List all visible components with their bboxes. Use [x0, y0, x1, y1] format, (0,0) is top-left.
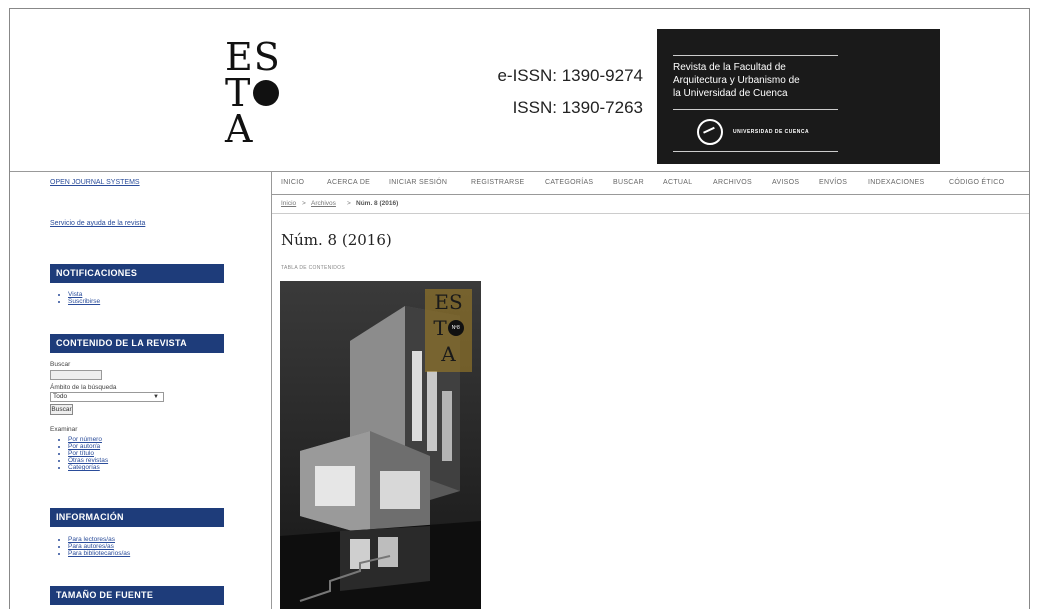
list-item[interactable]: Para bibliotecarios/as	[68, 550, 130, 557]
list-item[interactable]: Suscribirse	[68, 298, 100, 305]
breadcrumb-separator: >	[347, 200, 351, 207]
cover-logo-dot-icon: Nº8	[447, 320, 464, 336]
page-title: Núm. 8 (2016)	[281, 231, 392, 249]
cover-logo: ES T Nº8 A	[425, 289, 472, 372]
logo-row-2: T	[225, 71, 295, 115]
list-item[interactable]: Para lectores/as	[68, 536, 130, 543]
list-item[interactable]: Otras revistas	[68, 457, 108, 464]
nav-item-submissions[interactable]: ENVÍOS	[819, 179, 847, 186]
journal-header: ES T A e-ISSN: 1390-9274 ISSN: 1390-7263…	[10, 9, 1029, 172]
main-nav: INICIO ACERCA DE INICIAR SESIÓN REGISTRA…	[272, 172, 1029, 195]
university-label: UNIVERSIDAD DE CUENCA	[733, 129, 810, 135]
eissn-text: e-ISSN: 1390-9274	[497, 66, 643, 85]
list-item[interactable]: Por número	[68, 436, 108, 443]
nav-item-inicio[interactable]: INICIO	[281, 179, 304, 186]
browse-label: Examinar	[50, 426, 78, 433]
nav-item-archives[interactable]: ARCHIVOS	[713, 179, 752, 186]
estoa-logo[interactable]: ES T A	[225, 35, 295, 151]
sidebar: OPEN JOURNAL SYSTEMS Servicio de ayuda d…	[10, 172, 272, 609]
cover-logo-row2: T Nº8	[425, 315, 472, 341]
list-item[interactable]: Por autor/a	[68, 443, 108, 450]
journal-desc-line: Revista de la Facultad de	[673, 62, 786, 73]
university-emblem-icon	[697, 119, 723, 145]
journal-desc-line: Arquitectura y Urbanismo de	[673, 75, 800, 86]
cover-logo-row1: ES	[434, 290, 463, 314]
journal-content-heading: CONTENIDO DE LA REVISTA	[50, 334, 224, 353]
list-item[interactable]: Categorías	[68, 464, 108, 471]
nav-item-categories[interactable]: CATEGORÍAS	[545, 179, 593, 186]
notifications-list: Vista Suscribirse	[58, 291, 100, 305]
nav-item-register[interactable]: REGISTRARSE	[471, 179, 524, 186]
scope-label: Ámbito de la búsqueda	[50, 384, 117, 391]
nav-item-login[interactable]: INICIAR SESIÓN	[389, 179, 447, 186]
issn-block: e-ISSN: 1390-9274 ISSN: 1390-7263	[473, 60, 643, 124]
breadcrumb-separator: >	[302, 200, 306, 207]
logo-dot-icon	[253, 80, 280, 106]
nav-item-current[interactable]: ACTUAL	[663, 179, 692, 186]
banner-divider	[673, 55, 838, 56]
ojs-link[interactable]: OPEN JOURNAL SYSTEMS	[50, 179, 140, 186]
banner-divider	[673, 109, 838, 110]
browser-page: ES T A e-ISSN: 1390-9274 ISSN: 1390-7263…	[9, 8, 1030, 609]
help-link[interactable]: Servicio de ayuda de la revista	[50, 220, 145, 227]
search-input[interactable]	[50, 370, 102, 380]
cover-logo-letter-t: T	[433, 316, 447, 340]
breadcrumb-current: Núm. 8 (2016)	[356, 200, 399, 207]
breadcrumb-home[interactable]: Inicio	[281, 200, 296, 207]
nav-item-acerca[interactable]: ACERCA DE	[327, 179, 370, 186]
scope-select[interactable]: Todo ▼	[50, 392, 164, 402]
cover-logo-row3: A	[441, 342, 456, 366]
nav-item-ethics[interactable]: CÓDIGO ÉTICO	[949, 179, 1004, 186]
list-item[interactable]: Vista	[68, 291, 100, 298]
font-size-heading: TAMAÑO DE FUENTE	[50, 586, 224, 605]
logo-letter-t: T	[225, 71, 252, 115]
scope-value: Todo	[53, 393, 68, 400]
logo-row-1: ES	[225, 35, 281, 79]
dropdown-arrow-icon: ▼	[153, 394, 159, 400]
search-label: Buscar	[50, 361, 71, 368]
toc-label: TABLA DE CONTENIDOS	[281, 265, 345, 271]
information-list: Para lectores/as Para autores/as Para bi…	[58, 536, 130, 557]
issn-text: ISSN: 1390-7263	[512, 98, 643, 117]
journal-desc-line: la Universidad de Cuenca	[673, 88, 788, 99]
breadcrumb: Inicio > Archivos > Núm. 8 (2016)	[272, 195, 1029, 214]
banner-divider	[673, 151, 838, 152]
browse-list: Por número Por autor/a Por título Otras …	[58, 436, 108, 471]
nav-item-search[interactable]: BUSCAR	[613, 179, 644, 186]
list-item[interactable]: Por título	[68, 450, 108, 457]
issue-cover-image[interactable]: ES T Nº8 A	[280, 281, 481, 609]
information-heading: INFORMACIÓN	[50, 508, 224, 527]
logo-row-3: A	[225, 107, 254, 151]
breadcrumb-archive[interactable]: Archivos	[311, 200, 336, 207]
journal-banner: Revista de la Facultad de Arquitectura y…	[657, 29, 940, 164]
journal-description: Revista de la Facultad de Arquitectura y…	[673, 61, 873, 100]
notifications-heading: NOTIFICACIONES	[50, 264, 224, 283]
search-button[interactable]: Buscar	[50, 404, 73, 415]
nav-item-news[interactable]: AVISOS	[772, 179, 799, 186]
list-item[interactable]: Para autores/as	[68, 543, 130, 550]
nav-item-indexing[interactable]: INDEXACIONES	[868, 179, 925, 186]
